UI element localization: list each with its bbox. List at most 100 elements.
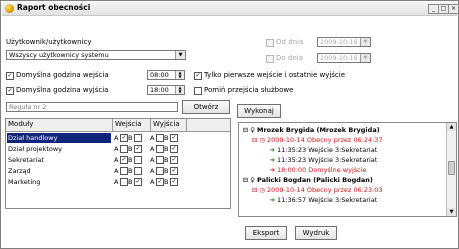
- table-row[interactable]: Marketing A B ✓ A ✓ B ✓: [6, 177, 230, 187]
- chevron-down-icon: ▼: [360, 38, 370, 46]
- default-entry-label: Domyślna godzina wejścia: [16, 71, 109, 79]
- tree-node[interactable]: ➔ 18:00:00 Domyślne wyjście: [241, 166, 367, 174]
- attendance-tree[interactable]: ⊟ ♀ Mrozek Brygida (Mrozek Brygida) ⊟ ◷ 200…: [238, 122, 457, 217]
- spinner-icon[interactable]: ▲ ▼: [175, 71, 184, 79]
- gate-checkbox[interactable]: [156, 167, 164, 175]
- gate-checkbox[interactable]: [120, 167, 128, 175]
- users-select[interactable]: Wszyscy użytkownicy systemu ▼: [6, 50, 186, 60]
- table-row[interactable]: Zarząd A B A B ✓: [6, 166, 230, 176]
- from-date-picker[interactable]: 2009-10-16 ▼: [317, 37, 371, 47]
- default-exit-time-value: 18:00: [150, 86, 169, 94]
- chevron-down-icon: ▼: [360, 54, 370, 62]
- to-date-picker[interactable]: 2009-10-16 ▼: [317, 53, 371, 63]
- gate-checkbox[interactable]: ✓: [170, 134, 178, 142]
- module-name: Zarząd: [8, 167, 31, 175]
- gate-letter: A: [114, 134, 119, 142]
- gate-checkbox[interactable]: ✓: [120, 156, 128, 164]
- vertical-scrollbar[interactable]: ▲ ▼: [446, 123, 456, 216]
- col-divider: [186, 119, 187, 131]
- skip-business-checkbox[interactable]: [194, 87, 202, 95]
- gate-checkbox[interactable]: [156, 156, 164, 164]
- person-icon: ⊟ ♀: [242, 126, 255, 134]
- app-icon: [5, 4, 14, 13]
- open-button[interactable]: Otwórz: [182, 100, 230, 114]
- title-bar: Raport obecności _ □ ×: [2, 2, 459, 16]
- first-last-checkbox[interactable]: ✓: [194, 72, 202, 80]
- gate-checkbox[interactable]: [120, 145, 128, 153]
- gate-letter: B: [128, 134, 133, 142]
- gate-checkbox[interactable]: ✓: [170, 178, 178, 186]
- run-button[interactable]: Wykonaj: [237, 104, 281, 118]
- module-name: Sekretariat: [8, 156, 44, 164]
- print-button[interactable]: Wydruk: [295, 226, 337, 240]
- gate-checkbox[interactable]: ✓: [170, 156, 178, 164]
- gate-checkbox[interactable]: [156, 145, 164, 153]
- scroll-up-icon[interactable]: ▲: [447, 123, 456, 131]
- close-button[interactable]: ×: [448, 4, 459, 14]
- scroll-down-icon[interactable]: ▼: [447, 208, 456, 216]
- module-name: Dział handlowy: [7, 133, 111, 143]
- col-exits[interactable]: Wyjścia: [153, 120, 180, 128]
- tree-node[interactable]: ⊟ ◷ 2009-10-14 Obecny przez 06:23:03: [241, 186, 383, 194]
- gate-checkbox[interactable]: [134, 167, 142, 175]
- clock-icon: ⊟ ◷: [251, 186, 265, 194]
- tree-node[interactable]: ⊟ ◷ 2009-10-14 Obecny przez 06:24:37: [241, 136, 383, 144]
- spinner-icon[interactable]: ▲ ▼: [175, 86, 184, 94]
- rule-input[interactable]: Reguła nr 2: [6, 102, 178, 112]
- gate-letter: A: [150, 178, 155, 186]
- table-row[interactable]: Dział handlowy A ✓ B A B ✓: [6, 133, 230, 143]
- default-entry-checkbox[interactable]: ✓: [6, 72, 14, 80]
- to-date-label: Do dnia: [276, 54, 304, 62]
- person-icon: ⊟ ♀: [242, 176, 255, 184]
- table-row[interactable]: Sekretariat A ✓ B A B ✓: [6, 155, 230, 165]
- scroll-thumb[interactable]: [448, 161, 455, 175]
- gate-letter: A: [114, 145, 119, 153]
- gate-checkbox[interactable]: ✓: [170, 145, 178, 153]
- col-modules[interactable]: Moduły: [8, 120, 33, 128]
- report-window: Raport obecności _ □ × Użytkownik/użytko…: [0, 0, 459, 249]
- tree-node[interactable]: ➔ 11:36:57 Wejście 3:Sekretariat: [241, 196, 378, 204]
- arrow-icon: ➔: [269, 146, 275, 154]
- gate-letter: B: [128, 178, 133, 186]
- gate-letter: B: [164, 167, 169, 175]
- gate-letter: B: [164, 145, 169, 153]
- gate-checkbox[interactable]: ✓: [134, 178, 142, 186]
- gate-letter: A: [114, 156, 119, 164]
- default-exit-time[interactable]: 18:00 ▲ ▼: [147, 85, 185, 95]
- gate-letter: B: [164, 178, 169, 186]
- gate-checkbox[interactable]: ✓: [134, 145, 142, 153]
- export-button[interactable]: Eksport: [245, 226, 287, 240]
- gate-letter: A: [114, 167, 119, 175]
- tree-node-label: Mrozek Brygida (Mrozek Brygida): [257, 126, 380, 134]
- gate-checkbox[interactable]: ✓: [170, 167, 178, 175]
- clock-icon: ⊟ ◷: [251, 136, 265, 144]
- tree-node[interactable]: ⊟ ♀ Palicki Bogdan (Palicki Bogdan): [241, 176, 373, 184]
- from-date-checkbox[interactable]: [266, 39, 274, 47]
- gate-checkbox[interactable]: [134, 134, 142, 142]
- gate-checkbox[interactable]: ✓: [156, 178, 164, 186]
- default-exit-checkbox[interactable]: ✓: [6, 87, 14, 95]
- gate-checkbox[interactable]: [156, 134, 164, 142]
- module-name: Dział projektowy: [8, 145, 63, 153]
- tree-node-label: 18:00:00 Domyślne wyjście: [277, 166, 367, 174]
- gate-checkbox[interactable]: ✓: [120, 134, 128, 142]
- from-date-value: 2009-10-16: [320, 38, 358, 46]
- tree-node[interactable]: ⊟ ♀ Mrozek Brygida (Mrozek Brygida): [241, 126, 380, 134]
- tree-node[interactable]: ➔ 11:35:23 Wyjście 3:Sekretariat: [241, 156, 378, 164]
- tree-node-label: 11:35:23 Wejście 3:Sekretariat: [277, 146, 378, 154]
- gate-letter: A: [150, 156, 155, 164]
- gate-letter: B: [164, 156, 169, 164]
- from-date-label: Od dnia: [276, 38, 304, 46]
- default-entry-time[interactable]: 08:00 ▲ ▼: [147, 70, 185, 80]
- table-row[interactable]: Dział projektowy A B ✓ A B ✓: [6, 144, 230, 154]
- col-entries[interactable]: Wejścia: [115, 120, 142, 128]
- gate-letter: A: [114, 178, 119, 186]
- to-date-value: 2009-10-16: [320, 54, 358, 62]
- gate-checkbox[interactable]: [120, 178, 128, 186]
- modules-grid: Moduły Wejścia Wyjścia Dział handlowy A ✓ B…: [5, 118, 231, 209]
- tree-node-label: 11:35:23 Wyjście 3:Sekretariat: [277, 156, 378, 164]
- to-date-checkbox[interactable]: [266, 55, 274, 63]
- gate-letter: A: [150, 145, 155, 153]
- gate-checkbox[interactable]: [134, 156, 142, 164]
- tree-node[interactable]: ➔ 11:35:23 Wejście 3:Sekretariat: [241, 146, 378, 154]
